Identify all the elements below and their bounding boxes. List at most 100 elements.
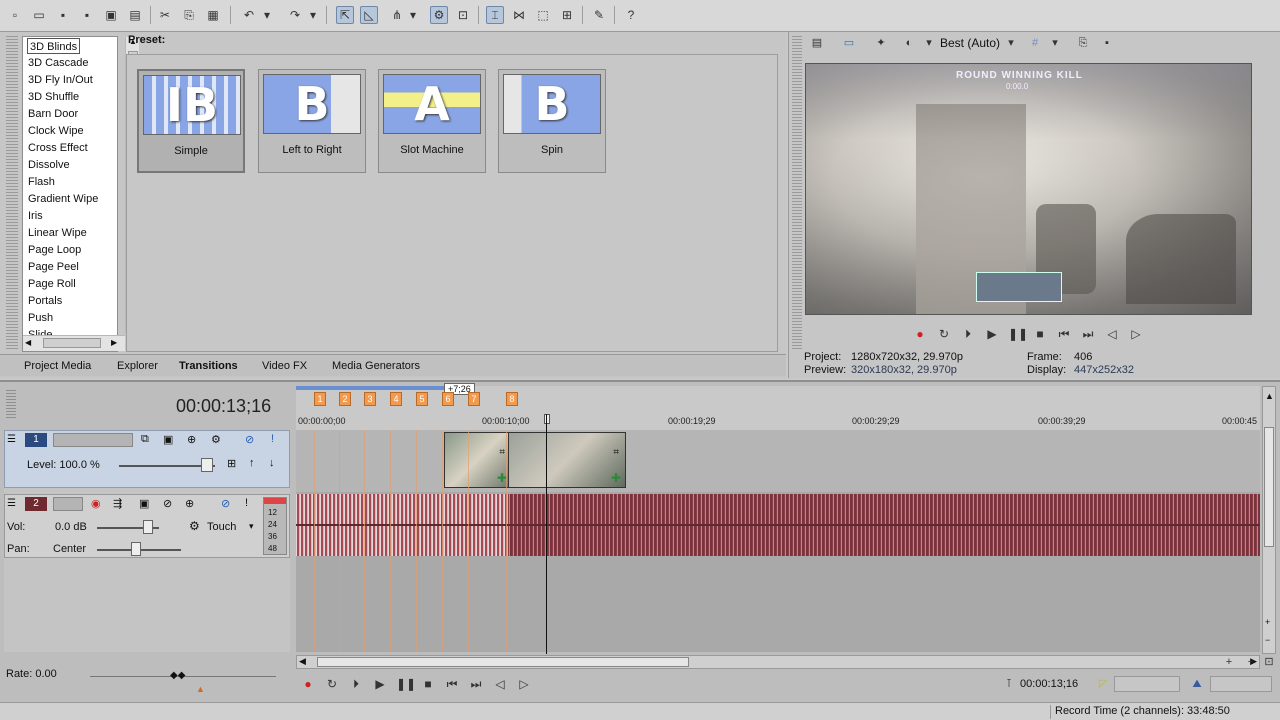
go-to-start-icon[interactable]: ⏮	[444, 676, 460, 692]
mute-icon[interactable]: ⊘	[221, 497, 230, 510]
pause-icon[interactable]: ❚❚	[1008, 326, 1028, 342]
list-item[interactable]: Slide	[28, 327, 52, 335]
tab-media-generators[interactable]: Media Generators	[332, 358, 420, 374]
input-fx-icon[interactable]: ⇶	[113, 497, 122, 510]
record-icon[interactable]: ●	[912, 326, 928, 342]
auto-ripple-icon[interactable]: ⚙	[430, 6, 448, 24]
preset-left-to-right[interactable]: B Left to Right	[258, 69, 366, 173]
loop-playback-icon[interactable]: ↻	[324, 676, 340, 692]
list-item[interactable]: Linear Wipe	[28, 225, 87, 241]
marker-3[interactable]: 3	[364, 392, 376, 406]
list-item[interactable]: Portals	[28, 293, 62, 309]
go-to-end-icon[interactable]: ⏭	[468, 676, 484, 692]
solo-icon[interactable]: !	[245, 497, 248, 509]
split-dropdown-icon[interactable]: ▾	[924, 36, 934, 50]
move-up-icon[interactable]: ↑	[249, 457, 255, 469]
play-icon[interactable]: ▶	[372, 676, 388, 692]
list-item[interactable]: Clock Wipe	[28, 123, 84, 139]
list-item[interactable]: 3D Cascade	[28, 55, 89, 71]
audio-track-header[interactable]: ☰ 2 ◉ ⇶ ▣ ⊘ ⊕ ⊘ ! Vol: 0.0 dB ⚙ Touch ▾ …	[4, 494, 290, 558]
list-item[interactable]: 3D Blinds	[27, 38, 81, 54]
envelope-tool-icon[interactable]: ◺	[360, 6, 378, 24]
go-to-end-icon[interactable]: ⏭	[1080, 326, 1096, 342]
phase-invert-icon[interactable]: ⊘	[163, 497, 172, 510]
preview-properties-icon[interactable]: ▤	[810, 36, 824, 50]
previous-frame-icon[interactable]: ◁	[1104, 326, 1120, 342]
preset-simple[interactable]: IB Simple	[137, 69, 245, 173]
timeline-ruler[interactable]: +7;26 1 2 3 4 5 6 7 8 00:00:00;00 00:00:…	[296, 383, 1260, 430]
event-fx-icon[interactable]: ✚	[611, 471, 621, 485]
solo-icon[interactable]: !	[271, 433, 274, 445]
envelope-edit-icon[interactable]: ⋈	[510, 6, 528, 24]
properties-icon[interactable]: ▤	[126, 6, 144, 24]
level-slider-thumb[interactable]	[201, 458, 213, 472]
expand-track-icon[interactable]: ⊞	[227, 457, 236, 470]
timeline-grip[interactable]	[6, 388, 16, 418]
zoom-tool-icon[interactable]: ⊞	[558, 6, 576, 24]
loop-region-bar[interactable]	[296, 386, 446, 390]
parent-gear-icon[interactable]: ⚙	[211, 433, 221, 446]
marker-6[interactable]: 6	[442, 392, 454, 406]
copy-icon[interactable]: ⎘	[180, 6, 198, 24]
transport-time[interactable]: 00:00:13;16	[1020, 678, 1078, 690]
save-snapshot-icon[interactable]: ▪	[1100, 36, 1114, 50]
marker-7[interactable]: 7	[468, 392, 480, 406]
lock-envelopes-icon[interactable]: ⊡	[454, 6, 472, 24]
rate-slider-thumb[interactable]: ◆◆	[170, 670, 185, 681]
panel-grip[interactable]	[6, 34, 18, 350]
open-folder-icon[interactable]: ▭	[30, 6, 48, 24]
marker-8[interactable]: 8	[506, 392, 518, 406]
track-motion-icon[interactable]: ⧉	[141, 433, 149, 446]
marker-2[interactable]: 2	[339, 392, 351, 406]
list-item[interactable]: 3D Shuffle	[28, 89, 79, 105]
video-track-header[interactable]: ☰ 1 ⧉ ▣ ⊕ ⚙ ⊘ ! Level: 100.0 % ⊞ ↑ ↓	[4, 430, 290, 488]
paste-icon[interactable]: ▦	[204, 6, 222, 24]
preset-slot-machine[interactable]: A Slot Machine	[378, 69, 486, 173]
overlays-icon[interactable]: #	[1028, 36, 1042, 50]
list-item[interactable]: Page Peel	[28, 259, 79, 275]
save-icon[interactable]: ▪	[54, 6, 72, 24]
new-file-icon[interactable]: ▫	[6, 6, 24, 24]
audio-waveform[interactable]	[296, 494, 1260, 556]
normal-tool-icon[interactable]: ⌶	[486, 6, 504, 24]
play-from-start-icon[interactable]: ⏵	[960, 326, 976, 342]
bus-assign-icon[interactable]: ⊕	[185, 497, 194, 510]
normal-edit-tool-icon[interactable]: ⇱	[336, 6, 354, 24]
render-icon[interactable]: ▣	[102, 6, 120, 24]
split-screen-icon[interactable]: ◐	[902, 36, 916, 50]
compositing-mode-icon[interactable]: ⊕	[187, 433, 196, 446]
preview-quality-select[interactable]: Best (Auto)	[940, 36, 1000, 50]
volume-slider-thumb[interactable]	[143, 520, 153, 534]
redo-icon[interactable]: ↷	[286, 6, 304, 24]
previous-frame-icon[interactable]: ◁	[492, 676, 508, 692]
quality-dropdown-icon[interactable]: ▾	[1006, 36, 1016, 50]
track-menu-icon[interactable]: ☰	[7, 434, 16, 445]
move-down-icon[interactable]: ↓	[269, 457, 275, 469]
video-track-lane[interactable]	[296, 430, 1260, 492]
loop-playback-icon[interactable]: ↻	[936, 326, 952, 342]
tab-explorer[interactable]: Explorer	[117, 358, 158, 374]
list-item[interactable]: Push	[28, 310, 53, 326]
play-icon[interactable]: ▶	[984, 326, 1000, 342]
preset-spin[interactable]: B Spin	[498, 69, 606, 173]
video-fx-icon[interactable]: ✦	[874, 36, 888, 50]
tab-project-media[interactable]: Project Media	[24, 358, 91, 374]
video-clip-2[interactable]: ✚ ⌗	[508, 432, 626, 488]
list-item[interactable]: 3D Fly In/Out	[28, 72, 93, 88]
video-clip-1[interactable]: ✚ ⌗	[444, 432, 510, 488]
track-menu-icon[interactable]: ☰	[7, 498, 16, 509]
event-pan-crop-icon[interactable]: ⌗	[613, 447, 619, 458]
selection-start-field[interactable]	[1114, 676, 1180, 692]
current-time-display[interactable]: 00:00:13;16	[176, 396, 271, 417]
track-name-field[interactable]	[53, 497, 83, 511]
event-pan-crop-icon[interactable]: ⌗	[499, 447, 505, 458]
copy-snapshot-icon[interactable]: ⎘	[1076, 36, 1090, 50]
panel-grip[interactable]	[792, 34, 802, 350]
automation-mode[interactable]: Touch	[207, 521, 236, 533]
next-frame-icon[interactable]: ▷	[1128, 326, 1144, 342]
pause-icon[interactable]: ❚❚	[396, 676, 416, 692]
timeline-vertical-scrollbar[interactable]: ▲ + −	[1262, 386, 1276, 654]
record-icon[interactable]: ●	[300, 676, 316, 692]
overlays-dropdown-icon[interactable]: ▾	[1050, 36, 1060, 50]
snapping-dropdown-icon[interactable]: ▾	[408, 6, 418, 24]
